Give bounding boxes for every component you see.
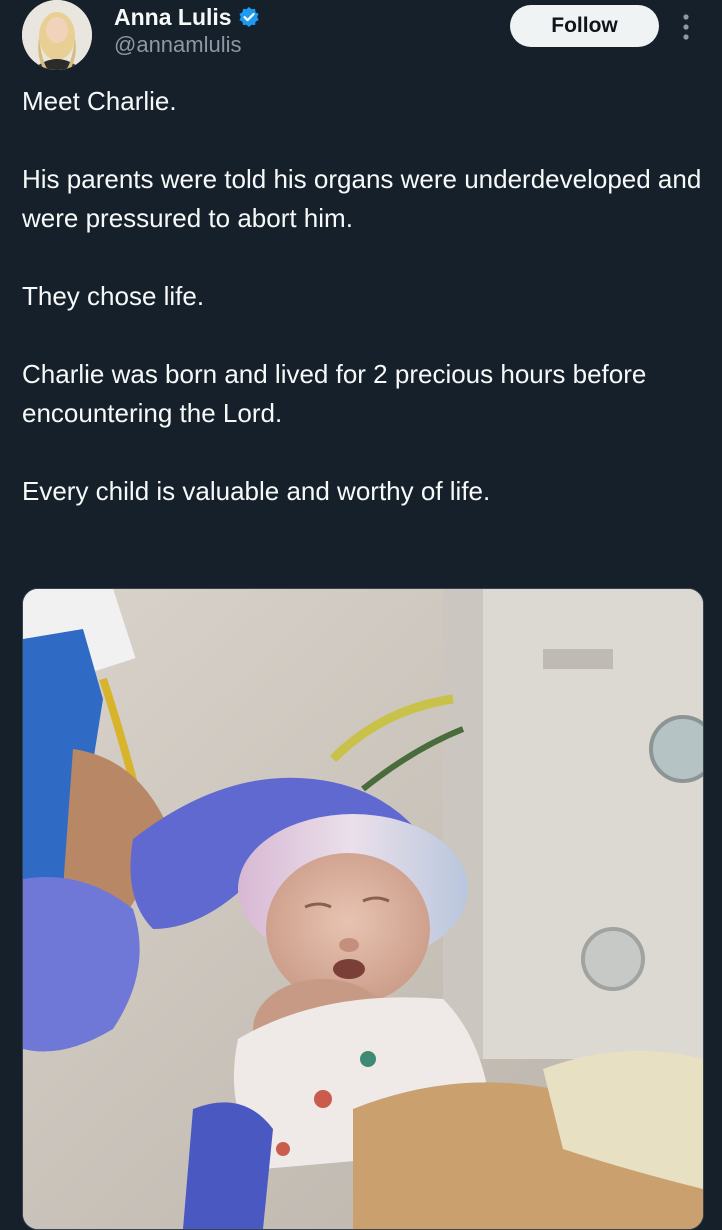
- tweet-paragraph: Charlie was born and lived for 2 preciou…: [22, 359, 647, 428]
- tweet-paragraph: They chose life.: [22, 281, 205, 311]
- tweet-photo[interactable]: [22, 588, 704, 1230]
- author-handle[interactable]: @annamlulis: [114, 32, 242, 58]
- tweet-paragraph: Every child is valuable and worthy of li…: [22, 476, 491, 506]
- tweet-paragraph: Meet Charlie.: [22, 86, 177, 116]
- more-vertical-icon[interactable]: [674, 10, 698, 44]
- avatar[interactable]: [22, 0, 92, 70]
- tweet-header: Anna Lulis @annamlulis Follow: [0, 0, 722, 80]
- author-name-row: Anna Lulis: [114, 2, 260, 32]
- tweet-paragraph: His parents were told his organs were un…: [22, 164, 702, 233]
- verified-badge-icon: [238, 6, 260, 28]
- tweet-text: Meet Charlie. His parents were told his …: [22, 82, 702, 511]
- newborn-photo: [23, 589, 703, 1229]
- follow-button[interactable]: Follow: [510, 5, 659, 47]
- author-display-name[interactable]: Anna Lulis: [114, 4, 232, 31]
- profile-photo: [22, 0, 92, 70]
